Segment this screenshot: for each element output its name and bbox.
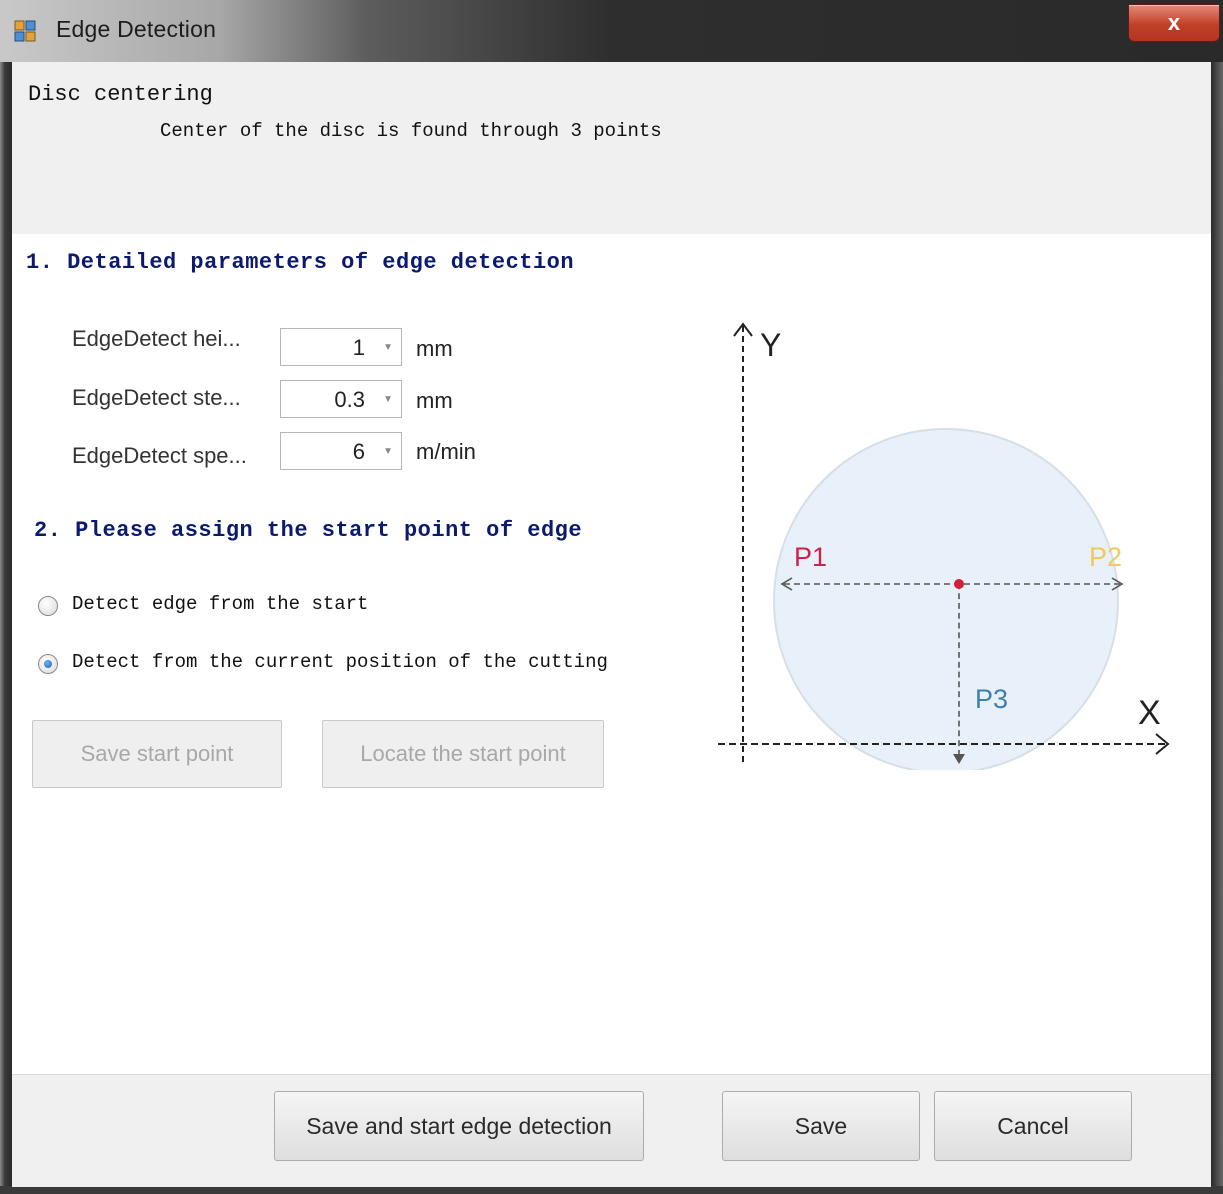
window-frame-right	[1211, 62, 1223, 1194]
x-axis-label: X	[1138, 694, 1161, 732]
save-button[interactable]: Save	[722, 1091, 920, 1161]
edge-detect-speed-unit: m/min	[416, 439, 476, 464]
edge-detect-step-value: 0.3	[334, 387, 365, 412]
section2-title: 2. Please assign the start point of edge	[34, 518, 583, 543]
edge-detect-height-stepper[interactable]: 1 ▼	[280, 328, 402, 366]
disc-circle	[773, 428, 1119, 770]
edge-detect-step-unit: mm	[416, 388, 453, 413]
detect-from-current-radio[interactable]	[38, 654, 58, 674]
header-subtitle: Center of the disc is found through 3 po…	[160, 120, 662, 142]
dropdown-arrow-icon[interactable]: ▼	[383, 394, 393, 405]
dropdown-arrow-icon[interactable]: ▼	[383, 446, 393, 457]
edge-detect-height-value: 1	[352, 335, 365, 360]
window-title: Edge Detection	[56, 16, 217, 42]
edge-detect-height-label: EdgeDetect hei...	[72, 326, 241, 351]
p1-label: P1	[794, 542, 827, 572]
window-frame-left	[0, 62, 12, 1194]
detect-from-start-radio[interactable]	[38, 596, 58, 616]
p3-label: P3	[975, 684, 1008, 714]
close-icon: x	[1167, 10, 1181, 35]
cancel-button[interactable]: Cancel	[934, 1091, 1132, 1161]
save-and-start-button[interactable]: Save and start edge detection	[274, 1091, 644, 1161]
app-icon	[14, 20, 36, 42]
detect-from-start-label[interactable]: Detect edge from the start	[72, 593, 368, 615]
title-bar: Edge Detection x	[0, 0, 1223, 62]
edge-detect-speed-value: 6	[352, 439, 365, 464]
dropdown-arrow-icon[interactable]: ▼	[383, 342, 393, 353]
p2-label: P2	[1089, 542, 1122, 572]
locate-start-point-button[interactable]: Locate the start point	[322, 720, 604, 788]
edge-detect-step-label: EdgeDetect ste...	[72, 385, 241, 410]
edge-detect-speed-label: EdgeDetect spe...	[72, 443, 247, 468]
disc-centering-diagram: Y X P1 P2 P3	[718, 322, 1170, 770]
detect-from-current-label[interactable]: Detect from the current position of the …	[72, 651, 608, 673]
section1-title: 1. Detailed parameters of edge detection	[26, 250, 575, 275]
center-point	[954, 579, 964, 589]
dialog-client-area: Disc centering Center of the disc is fou…	[12, 62, 1211, 1187]
header-panel: Disc centering Center of the disc is fou…	[12, 62, 1211, 234]
y-axis-label: Y	[760, 327, 781, 363]
window-frame-bottom	[0, 1186, 1223, 1194]
header-title: Disc centering	[28, 82, 213, 107]
save-start-point-button[interactable]: Save start point	[32, 720, 282, 788]
edge-detect-step-stepper[interactable]: 0.3 ▼	[280, 380, 402, 418]
close-button[interactable]: x	[1128, 4, 1220, 42]
footer-bar: Save and start edge detection Save Cance…	[12, 1074, 1211, 1187]
edge-detect-height-unit: mm	[416, 336, 453, 361]
edge-detect-speed-stepper[interactable]: 6 ▼	[280, 432, 402, 470]
